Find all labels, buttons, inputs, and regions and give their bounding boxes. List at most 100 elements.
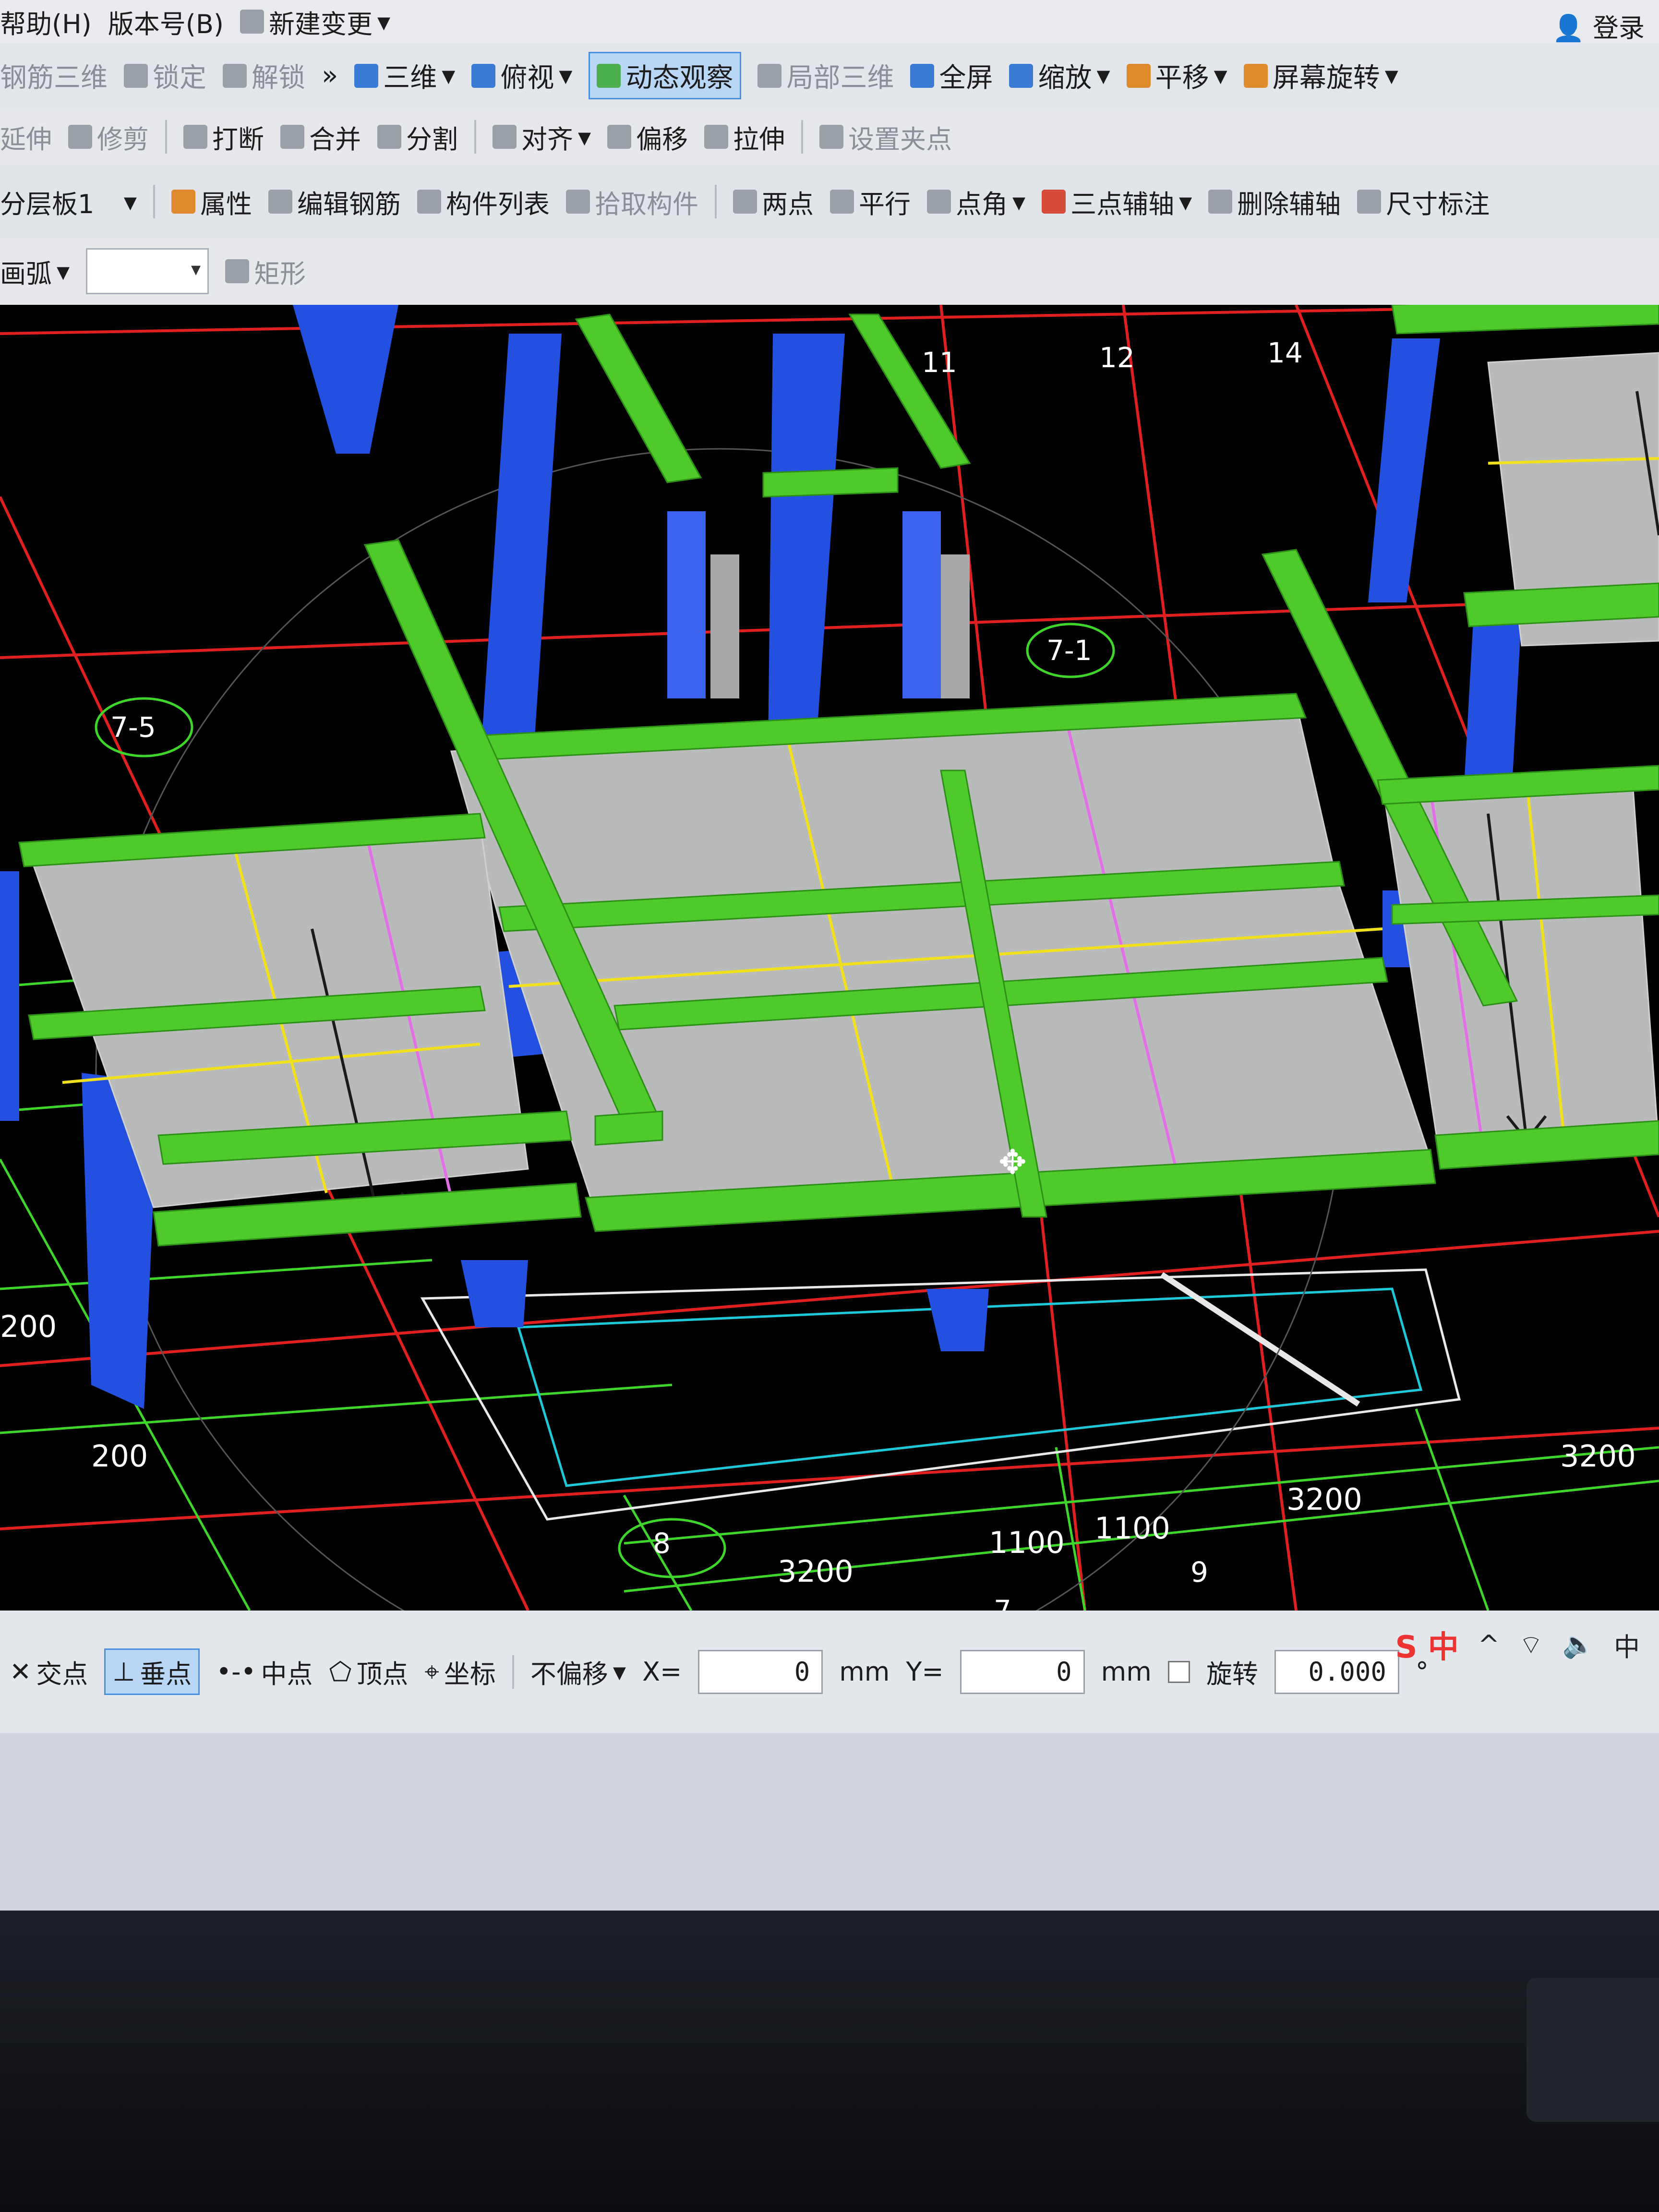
point-angle-button[interactable]: 点角 ▾ xyxy=(926,183,1025,221)
extend-button[interactable]: 延伸 xyxy=(0,118,52,156)
rotate-checkbox[interactable] xyxy=(1167,1660,1190,1683)
axis-icon xyxy=(733,190,757,214)
chevron-up-icon[interactable]: ^ xyxy=(1478,1630,1500,1660)
separator xyxy=(714,185,717,218)
snap-coordinate-label: 坐标 xyxy=(444,1659,496,1689)
dimension-3200-b: 3200 xyxy=(1286,1482,1362,1517)
separator xyxy=(801,120,804,154)
grip-button[interactable]: 设置夹点 xyxy=(819,118,952,156)
laptop-hinge xyxy=(1527,1978,1659,2122)
menu-new-change[interactable]: 新建变更 ▾ xyxy=(240,3,390,41)
pan-label: 平移 xyxy=(1155,62,1209,94)
arc-button[interactable]: 画弧 ▾ xyxy=(0,252,70,290)
sogou-ime-icon[interactable]: S 中 xyxy=(1395,1623,1458,1667)
dimension-button[interactable]: 尺寸标注 xyxy=(1357,183,1490,221)
partial-3d-label: 局部三维 xyxy=(786,62,894,94)
rect-button[interactable]: 矩形 xyxy=(225,252,306,290)
orbit-cursor-icon: ✥ xyxy=(998,1142,1027,1182)
trim-button[interactable]: 修剪 xyxy=(68,118,149,156)
unlock-label: 解锁 xyxy=(252,62,305,94)
stretch-button[interactable]: 拉伸 xyxy=(704,118,785,156)
two-point-button[interactable]: 两点 xyxy=(733,183,814,221)
edit-rebar-button[interactable]: 编辑钢筋 xyxy=(268,183,401,221)
component-list-button[interactable]: 构件列表 xyxy=(417,183,550,221)
ime-indicator[interactable]: 中 xyxy=(1614,1626,1640,1664)
offset-button[interactable]: 偏移 xyxy=(607,118,688,156)
x-input[interactable]: 0 xyxy=(698,1649,823,1694)
offset-select-value: 不偏移 xyxy=(530,1659,608,1689)
snap-intersection[interactable]: ✕ 交点 xyxy=(10,1653,88,1691)
pick-component-button[interactable]: 拾取构件 xyxy=(565,183,698,221)
picker-icon xyxy=(565,190,590,214)
screen-rotate-button[interactable]: 屏幕旋转 ▾ xyxy=(1243,56,1398,95)
lock-icon xyxy=(124,63,148,88)
lock-button[interactable]: 锁定 xyxy=(124,56,206,95)
3d-button[interactable]: 三维 ▾ xyxy=(354,56,455,95)
document-icon xyxy=(240,10,264,34)
split-button[interactable]: 分割 xyxy=(377,118,458,156)
toolbar-view: 钢筋三维 锁定 解锁 » 三维 ▾ 俯视 ▾ 动态观察 局部三维 全屏 缩放 ▾… xyxy=(0,43,1659,108)
snap-perpendicular[interactable]: ⊥ 垂点 xyxy=(104,1648,200,1695)
zoom-label: 缩放 xyxy=(1038,62,1092,94)
3d-viewport[interactable]: 11 12 14 7-5 7-1 8 7 9 3 3200 3200 3200 … xyxy=(0,305,1659,1611)
unlock-icon xyxy=(223,63,247,88)
delete-axis-button[interactable]: 删除辅轴 xyxy=(1208,183,1341,221)
screen: 帮助(H) 版本号(B) 新建变更 ▾ 👤 登录 钢筋三维 锁定 解锁 » 三维… xyxy=(0,0,1659,1911)
pan-button[interactable]: 平移 ▾ xyxy=(1126,56,1227,95)
rotate-label: 旋转 xyxy=(1206,1659,1258,1689)
rotate-input[interactable]: 0.000 xyxy=(1274,1649,1399,1694)
x-unit: mm xyxy=(839,1657,890,1687)
snap-vertex[interactable]: ⬠ 顶点 xyxy=(329,1653,409,1691)
orbit-icon xyxy=(597,63,621,88)
merge-button[interactable]: 合并 xyxy=(280,118,361,156)
y-input[interactable]: 0 xyxy=(960,1649,1085,1694)
three-point-axis-button[interactable]: 三点辅轴 ▾ xyxy=(1042,183,1192,221)
split-icon xyxy=(377,125,401,149)
merge-label: 合并 xyxy=(309,124,361,155)
draw-mode-dropdown[interactable] xyxy=(86,248,209,294)
parallel-button[interactable]: 平行 xyxy=(830,183,911,221)
snap-perpendicular-label: 垂点 xyxy=(140,1659,192,1689)
volume-icon[interactable]: 🔈 xyxy=(1563,1629,1595,1660)
list-icon xyxy=(417,190,441,214)
snap-midpoint-label: 中点 xyxy=(261,1659,313,1689)
rebar-3d-button[interactable]: 钢筋三维 xyxy=(0,56,108,95)
more-chevron-icon[interactable]: » xyxy=(322,60,338,91)
break-button[interactable]: 打断 xyxy=(183,118,264,156)
align-button[interactable]: 对齐 ▾ xyxy=(493,118,591,156)
offset-select[interactable]: 不偏移 ▾ xyxy=(530,1653,626,1691)
menu-help[interactable]: 帮助(H) xyxy=(0,3,92,41)
delete-axis-label: 删除辅轴 xyxy=(1237,189,1341,219)
stretch-icon xyxy=(704,125,729,149)
layer-select[interactable]: 分层板1 ▾ xyxy=(0,183,137,221)
properties-button[interactable]: 属性 xyxy=(171,183,252,221)
axis-label-12: 12 xyxy=(1099,341,1135,374)
system-tray: S 中 ^ ⌔ 🔈 中 xyxy=(1395,1623,1640,1667)
unlock-button[interactable]: 解锁 xyxy=(223,56,305,95)
snap-coordinate[interactable]: ⌖ 坐标 xyxy=(424,1653,495,1691)
stretch-label: 拉伸 xyxy=(733,124,785,155)
two-point-label: 两点 xyxy=(761,189,814,219)
fullscreen-button[interactable]: 全屏 xyxy=(910,56,993,95)
top-view-button[interactable]: 俯视 ▾ xyxy=(471,56,572,95)
login-button[interactable]: 👤 登录 xyxy=(1552,7,1645,45)
network-icon[interactable]: ⌔ xyxy=(1519,1628,1543,1661)
model-canvas[interactable]: 11 12 14 7-5 7-1 8 7 9 3 3200 3200 3200 … xyxy=(0,305,1659,1611)
axis-label-7-5: 7-5 xyxy=(110,711,156,744)
pencil-icon xyxy=(268,190,292,214)
zoom-button[interactable]: 缩放 ▾ xyxy=(1009,56,1110,95)
dynamic-orbit-label: 动态观察 xyxy=(625,62,733,94)
trim-icon xyxy=(68,125,92,149)
edit-rebar-label: 编辑钢筋 xyxy=(297,189,401,219)
snap-midpoint[interactable]: •-• 中点 xyxy=(216,1653,313,1691)
offset-icon xyxy=(607,125,632,149)
partial-3d-button[interactable]: 局部三维 xyxy=(757,56,894,95)
menu-version[interactable]: 版本号(B) xyxy=(108,3,224,41)
align-icon xyxy=(493,125,517,149)
arc-label: 画弧 xyxy=(0,258,52,289)
eraser-icon xyxy=(1208,190,1233,214)
3d-label: 三维 xyxy=(383,62,437,94)
axis-label-8: 8 xyxy=(653,1527,671,1560)
login-label: 登录 xyxy=(1593,13,1645,43)
dynamic-orbit-button[interactable]: 动态观察 xyxy=(589,52,742,99)
